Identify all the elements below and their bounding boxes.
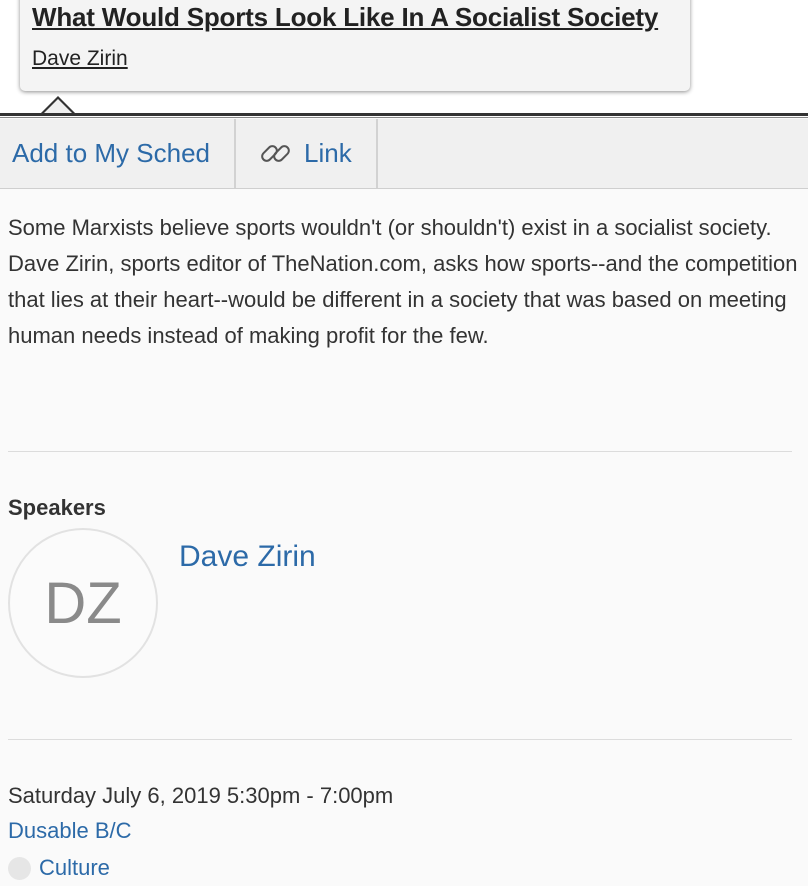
category-dot-icon <box>8 856 31 880</box>
header-divider-shadow <box>0 117 808 118</box>
speaker-name-link[interactable]: Dave Zirin <box>179 540 316 574</box>
category-link[interactable]: Culture <box>39 855 110 881</box>
event-speaker-link[interactable]: Dave Zirin <box>32 47 128 71</box>
link-label: Link <box>304 138 352 168</box>
link-button[interactable]: Link <box>236 119 378 188</box>
session-toolbar: Add to My Sched Link <box>0 119 808 189</box>
session-datetime: Saturday July 6, 2019 5:30pm - 7:00pm <box>8 783 394 808</box>
header-divider <box>0 113 808 116</box>
avatar-initials: DZ <box>44 570 122 636</box>
category-row[interactable]: Culture <box>8 855 110 881</box>
section-divider <box>8 451 792 452</box>
link-icon <box>260 138 292 170</box>
add-to-schedule-label: Add to My Sched <box>12 138 210 168</box>
add-to-schedule-button[interactable]: Add to My Sched <box>0 119 236 188</box>
section-divider <box>8 739 792 740</box>
session-description: Some Marxists believe sports wouldn't (o… <box>8 215 798 348</box>
speakers-heading: Speakers <box>8 495 106 520</box>
venue-link[interactable]: Dusable B/C <box>8 818 132 844</box>
speaker-avatar[interactable]: DZ <box>8 528 158 678</box>
event-title-link[interactable]: What Would Sports Look Like In A Sociali… <box>32 2 658 33</box>
